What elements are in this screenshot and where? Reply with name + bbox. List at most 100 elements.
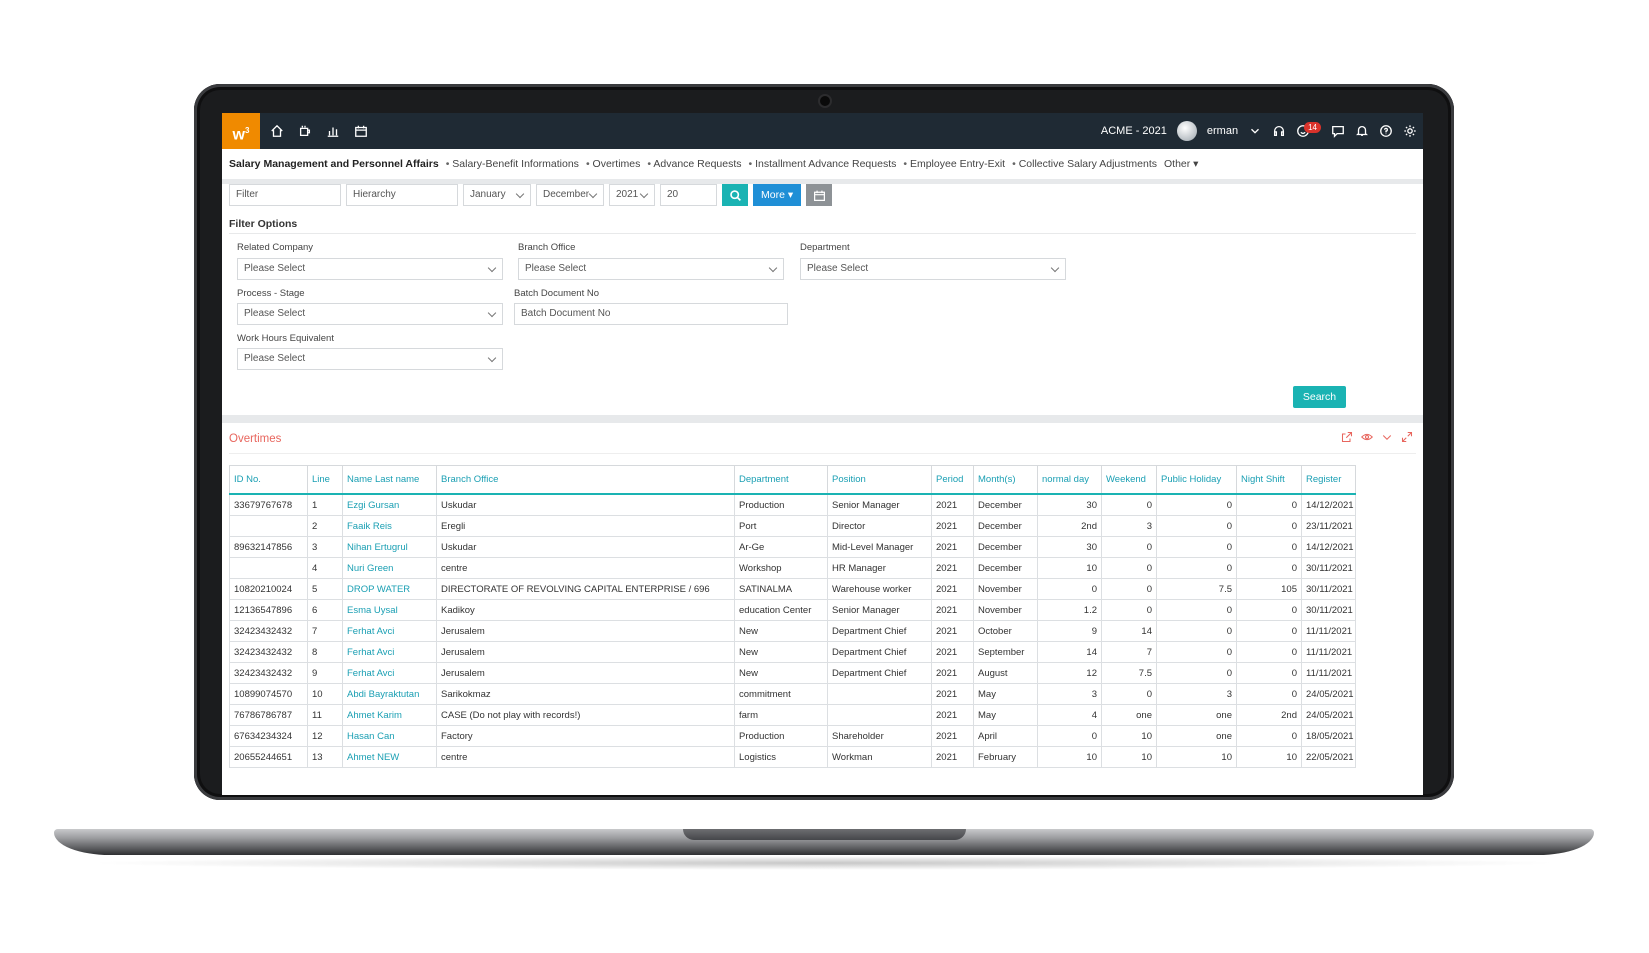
column-header[interactable]: Weekend [1101, 465, 1157, 495]
employee-name-link[interactable]: Faaik Reis [342, 515, 437, 537]
app-logo[interactable]: w3 [222, 113, 260, 149]
employee-name-link[interactable]: DROP WATER [342, 578, 437, 600]
employee-name-link[interactable]: Abdi Bayraktutan [342, 683, 437, 705]
smiley-icon[interactable]: 14 [1296, 121, 1321, 138]
year-select[interactable]: 2021 [609, 184, 655, 206]
table-cell: one [1101, 704, 1157, 726]
record-count-input[interactable]: 20 [660, 184, 717, 206]
employee-name-link[interactable]: Ahmet NEW [342, 746, 437, 768]
table-cell: 11/11/2021 [1301, 641, 1356, 663]
nav-item-collective-salary[interactable]: Collective Salary Adjustments [1012, 158, 1157, 170]
search-button[interactable]: Search [1293, 386, 1346, 408]
search-icon[interactable] [722, 184, 748, 206]
chevron-down-icon[interactable] [1381, 431, 1393, 443]
column-header[interactable]: Department [734, 465, 828, 495]
column-header[interactable]: normal day [1037, 465, 1102, 495]
table-cell: centre [436, 746, 735, 768]
work-hours-select[interactable]: Please Select [237, 348, 503, 370]
table-row[interactable]: 32423432432 7 Ferhat Avci Jerusalem New Depar… [229, 620, 1356, 642]
table-cell: 2021 [931, 515, 974, 537]
table-row[interactable]: 2 Faaik Reis Eregli Port Director 2021 Decembe… [229, 515, 1356, 537]
table-row[interactable]: 10820210024 5 DROP WATER DIRECTORATE OF REV… [229, 578, 1356, 600]
nav-title[interactable]: Salary Management and Personnel Affairs [229, 158, 439, 170]
nav-item-salary-benefit[interactable]: Salary-Benefit Informations [446, 158, 579, 170]
employee-name-link[interactable]: Ahmet Karim [342, 704, 437, 726]
home-icon[interactable] [266, 120, 288, 142]
table-row[interactable]: 32423432432 8 Ferhat Avci Jerusalem New Depar… [229, 641, 1356, 663]
table-row[interactable]: 33679767678 1 Ezgi Gursan Uskudar Production… [229, 493, 1356, 516]
cup-icon[interactable] [294, 120, 316, 142]
table-cell: 0 [1037, 725, 1102, 747]
batch-doc-input[interactable]: Batch Document No [514, 303, 788, 325]
table-row[interactable]: 67634234324 12 Hasan Can Factory Production S… [229, 725, 1356, 747]
table-cell: 30 [1037, 536, 1102, 558]
filter-input[interactable]: Filter [229, 184, 341, 206]
employee-name-link[interactable]: Ezgi Gursan [342, 493, 437, 516]
branch-office-select[interactable]: Please Select [518, 258, 784, 280]
nav-item-overtimes[interactable]: Overtimes [586, 158, 641, 170]
month-to-select[interactable]: December [536, 184, 604, 206]
table-cell: 5 [307, 578, 343, 600]
column-header[interactable]: Period [931, 465, 974, 495]
table-row[interactable]: 4 Nuri Green centre Workshop HR Manager 2021 D… [229, 557, 1356, 579]
column-header[interactable]: Line [307, 465, 343, 495]
employee-name-link[interactable]: Ferhat Avci [342, 662, 437, 684]
table-cell: Production [734, 493, 828, 516]
column-header[interactable]: Register [1301, 465, 1356, 495]
table-row[interactable]: 76786786787 11 Ahmet Karim CASE (Do not pla… [229, 704, 1356, 726]
column-header[interactable]: Public Holiday [1156, 465, 1237, 495]
month-from-select[interactable]: January [463, 184, 531, 206]
chevron-down-icon[interactable] [1248, 124, 1262, 138]
bell-icon[interactable] [1355, 124, 1369, 138]
column-header[interactable]: Month(s) [973, 465, 1038, 495]
headset-icon[interactable] [1272, 124, 1286, 138]
table-row[interactable]: 10899074570 10 Abdi Bayraktutan Sarikokmaz c… [229, 683, 1356, 705]
export-icon[interactable] [1341, 431, 1353, 443]
divider [229, 233, 1416, 234]
eye-icon[interactable] [1361, 431, 1373, 443]
hierarchy-input[interactable]: Hierarchy [346, 184, 458, 206]
company-selector[interactable]: ACME - 2021 [1101, 125, 1167, 137]
more-label: More [761, 189, 785, 201]
table-cell: CASE (Do not play with records!) [436, 704, 735, 726]
table-row[interactable]: 89632147856 3 Nihan Ertugrul Uskudar Ar-Ge Mi… [229, 536, 1356, 558]
column-header[interactable]: ID No. [229, 465, 308, 495]
related-company-select[interactable]: Please Select [237, 258, 503, 280]
table-row[interactable]: 12136547896 6 Esma Uysal Kadikoy education C… [229, 599, 1356, 621]
nav-other-menu[interactable]: Other ▾ [1164, 158, 1198, 170]
nav-item-advance-requests[interactable]: Advance Requests [647, 158, 741, 170]
employee-name-link[interactable]: Nuri Green [342, 557, 437, 579]
table-cell: 11/11/2021 [1301, 620, 1356, 642]
help-icon[interactable] [1379, 124, 1393, 138]
column-header[interactable]: Night Shift [1236, 465, 1302, 495]
avatar[interactable] [1176, 121, 1197, 141]
process-stage-select[interactable]: Please Select [237, 303, 503, 325]
table-row[interactable]: 32423432432 9 Ferhat Avci Jerusalem New Depar… [229, 662, 1356, 684]
department-select[interactable]: Please Select [800, 258, 1066, 280]
expand-icon[interactable] [1401, 431, 1413, 443]
table-cell: Senior Manager [827, 599, 932, 621]
chart-icon[interactable] [322, 120, 344, 142]
gear-icon[interactable] [1403, 124, 1417, 138]
table-cell: 14 [1037, 641, 1102, 663]
nav-item-entry-exit[interactable]: Employee Entry-Exit [903, 158, 1005, 170]
column-header[interactable]: Name Last name [342, 465, 437, 495]
table-cell: 3 [1101, 515, 1157, 537]
employee-name-link[interactable]: Nihan Ertugrul [342, 536, 437, 558]
employee-name-link[interactable]: Hasan Can [342, 725, 437, 747]
employee-name-link[interactable]: Esma Uysal [342, 599, 437, 621]
table-cell: Port [734, 515, 828, 537]
column-header[interactable]: Branch Office [436, 465, 735, 495]
column-header[interactable]: Position [827, 465, 932, 495]
chat-icon[interactable] [1331, 124, 1345, 138]
employee-name-link[interactable]: Ferhat Avci [342, 620, 437, 642]
calendar-icon[interactable] [350, 120, 372, 142]
employee-name-link[interactable]: Ferhat Avci [342, 641, 437, 663]
nav-item-installment-advance[interactable]: Installment Advance Requests [749, 158, 896, 170]
table-cell: 0 [1156, 536, 1237, 558]
table-cell: 7 [307, 620, 343, 642]
more-button[interactable]: More ▾ [753, 184, 802, 206]
calendar-button-icon[interactable] [806, 184, 833, 206]
table-row[interactable]: 20655244651 13 Ahmet NEW centre Logistics Wor… [229, 746, 1356, 768]
user-menu[interactable]: erman [1207, 125, 1238, 137]
